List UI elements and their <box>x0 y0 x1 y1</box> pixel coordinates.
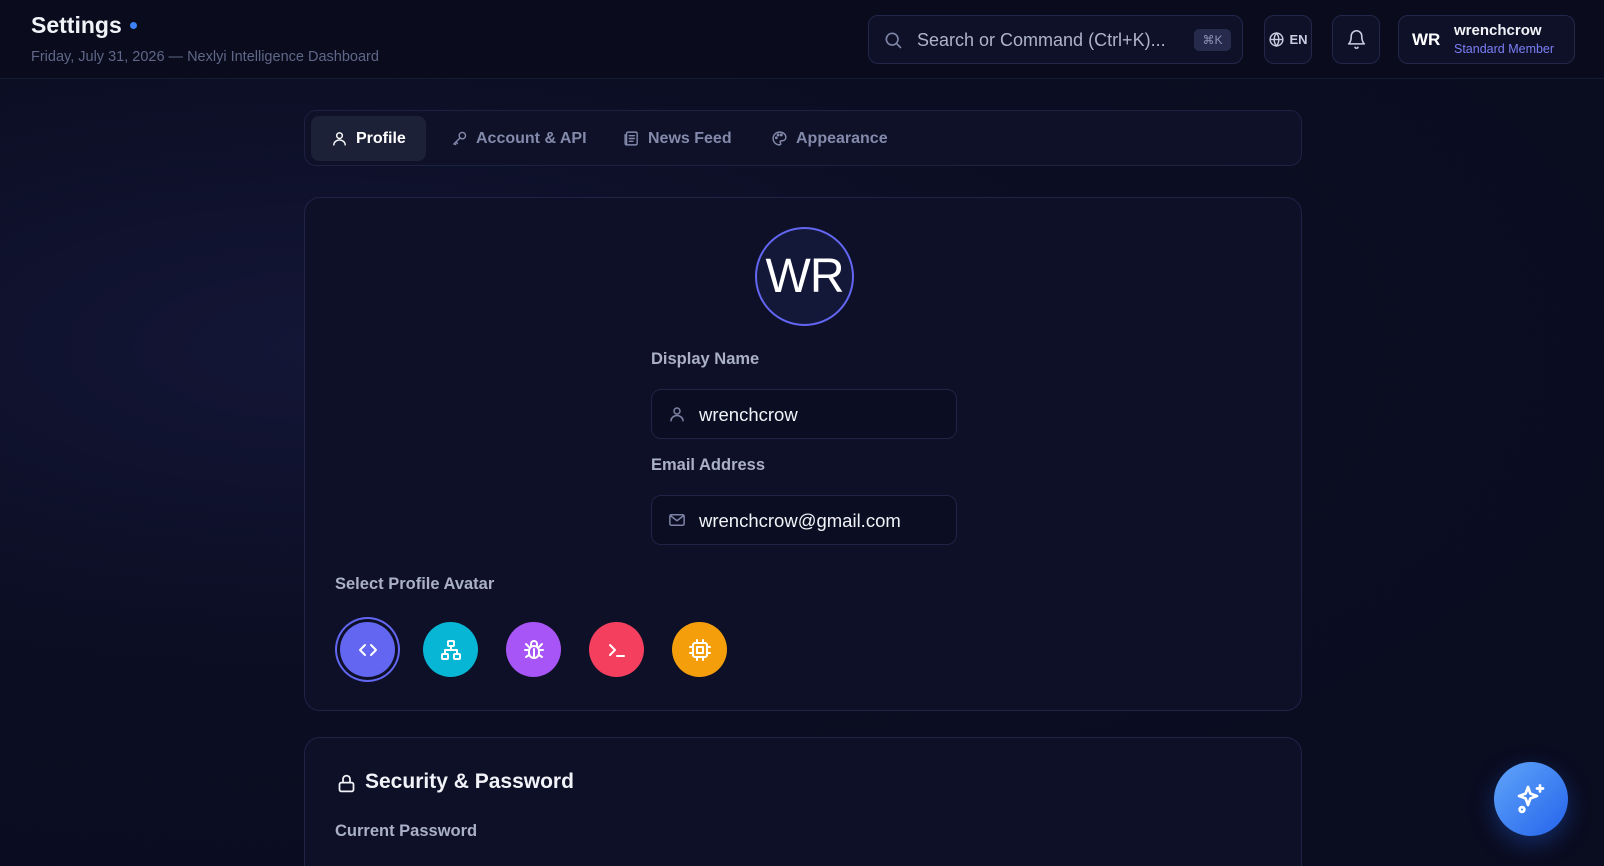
bell-icon <box>1347 30 1365 50</box>
tab-label: News Feed <box>648 129 732 147</box>
current-password-label: Current Password <box>335 822 478 840</box>
user-name: wrenchcrow <box>1454 22 1542 39</box>
notifications-button[interactable] <box>1332 15 1380 64</box>
mail-icon <box>669 514 685 526</box>
display-name-label: Display Name <box>651 350 760 368</box>
profile-avatar[interactable]: WR <box>755 227 854 326</box>
avatar-options <box>335 618 755 682</box>
tab-label: Profile <box>356 129 406 147</box>
user-menu[interactable]: WR wrenchcrow Standard Member <box>1398 15 1575 64</box>
tab-appearance[interactable]: Appearance <box>751 116 908 161</box>
settings-tabs: Profile Account & API News Feed Appearan… <box>304 110 1302 166</box>
shortcut-badge: ⌘K <box>1194 29 1231 51</box>
display-name-field-wrap <box>651 389 957 439</box>
top-header: Settings Friday, July 31, 2026 — Nexlyi … <box>0 0 1604 79</box>
palette-icon <box>772 131 787 146</box>
user-icon <box>670 407 684 422</box>
avatar-section-label: Select Profile Avatar <box>335 575 495 593</box>
email-input[interactable] <box>699 508 949 534</box>
tab-news-feed[interactable]: News Feed <box>603 116 752 161</box>
page-subtitle: Friday, July 31, 2026 — Nexlyi Intellige… <box>31 49 379 65</box>
avatar-option-cpu[interactable] <box>672 622 727 677</box>
tab-label: Appearance <box>796 129 888 147</box>
avatar: WR <box>1412 30 1441 49</box>
search-icon <box>885 32 902 49</box>
display-name-input[interactable] <box>699 402 949 428</box>
network-icon <box>440 639 461 660</box>
search-bar[interactable]: ⌘K <box>868 15 1243 64</box>
key-icon <box>453 131 467 146</box>
tab-account-api[interactable]: Account & API <box>431 116 607 161</box>
user-role: Standard Member <box>1454 42 1555 56</box>
terminal-icon <box>608 643 625 657</box>
title-group: Settings <box>31 12 137 39</box>
security-title: Security & Password <box>365 770 574 793</box>
profile-card: WR Display Name Email Address Select Pro… <box>304 197 1302 711</box>
ai-assistant-button[interactable] <box>1494 762 1568 836</box>
status-dot <box>129 22 137 29</box>
avatar-option-terminal[interactable] <box>589 622 644 677</box>
language-button[interactable]: EN <box>1264 15 1312 64</box>
security-card: Security & Password Current Password <box>304 737 1302 866</box>
lock-icon <box>338 774 355 793</box>
user-icon <box>333 132 346 146</box>
avatar-option-bug[interactable] <box>506 622 561 677</box>
newspaper-icon <box>624 131 638 146</box>
page-title: Settings <box>31 12 122 38</box>
code-icon <box>358 643 377 656</box>
tab-profile[interactable]: Profile <box>311 116 426 161</box>
avatar-option-code[interactable] <box>340 622 395 677</box>
email-label: Email Address <box>651 456 766 474</box>
avatar-option-network[interactable] <box>423 622 478 677</box>
globe-icon <box>1269 32 1285 47</box>
bug-icon <box>523 639 544 659</box>
sparkles-icon <box>1517 784 1545 814</box>
cpu-icon <box>688 638 711 661</box>
language-label: EN <box>1289 32 1308 47</box>
tab-label: Account & API <box>476 129 587 147</box>
email-field-wrap <box>651 495 957 545</box>
search-input[interactable] <box>917 26 1177 54</box>
